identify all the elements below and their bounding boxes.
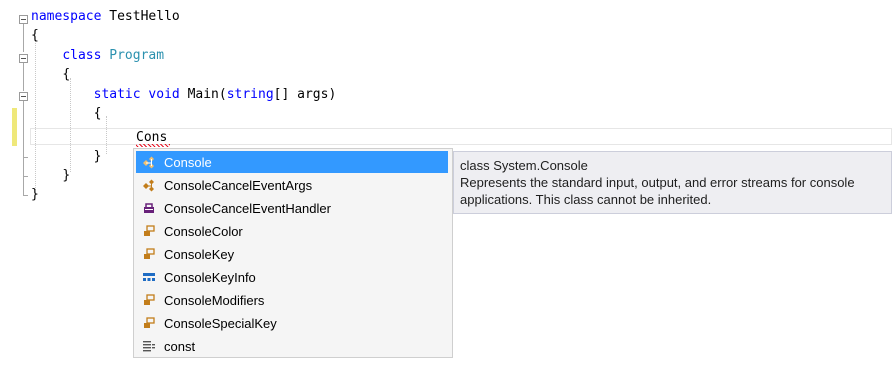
enum-icon xyxy=(138,220,160,242)
completion-item[interactable]: ConsoleColor xyxy=(136,220,448,242)
brace: } xyxy=(62,168,71,183)
fold-line xyxy=(23,24,24,52)
fold-line xyxy=(23,101,24,195)
completion-item[interactable]: ConsoleKey xyxy=(136,243,448,265)
code-line-namespace: namespace TestHello xyxy=(31,7,180,26)
collapse-method-icon[interactable] xyxy=(19,92,28,101)
completion-item[interactable]: ConsoleSpecialKey xyxy=(136,312,448,334)
completion-item[interactable]: Console xyxy=(136,151,448,173)
namespace-name: TestHello xyxy=(101,9,180,24)
enum-icon xyxy=(138,289,160,311)
class-name: Program xyxy=(109,48,165,63)
code-line-brace: { xyxy=(31,104,102,123)
keyword-void: void xyxy=(148,87,180,102)
tooltip-description: Represents the standard input, output, a… xyxy=(460,175,855,207)
fold-end xyxy=(23,176,28,177)
completion-item-label: Console xyxy=(164,154,212,170)
change-marker xyxy=(12,108,17,146)
completion-item-label: ConsoleColor xyxy=(164,223,243,239)
error-squiggle xyxy=(136,144,170,147)
brace: } xyxy=(93,149,102,164)
code-line-brace: } xyxy=(31,166,70,185)
struct-icon xyxy=(138,266,160,288)
keyword-class: class xyxy=(62,48,102,63)
code-line-brace: } xyxy=(31,185,39,204)
class-icon xyxy=(138,151,160,173)
quick-info-tooltip: class System.Console Represents the stan… xyxy=(453,151,892,214)
code-line-brace: { xyxy=(31,26,39,45)
completion-list[interactable]: Console ConsoleCancelEventArgs ConsoleCa… xyxy=(133,148,453,358)
brace: { xyxy=(62,67,71,82)
completion-item-label: ConsoleSpecialKey xyxy=(164,315,277,331)
code-line-brace: } xyxy=(31,147,102,166)
tooltip-signature: class System.Console xyxy=(460,158,588,173)
completion-item[interactable]: ConsoleCancelEventHandler xyxy=(136,197,448,219)
collapse-class-icon[interactable] xyxy=(19,54,28,63)
code-line-brace: { xyxy=(31,65,70,84)
completion-item-label: const xyxy=(164,338,196,354)
completion-item[interactable]: ConsoleKeyInfo xyxy=(136,266,448,288)
completion-item-label: ConsoleModifiers xyxy=(164,292,265,308)
delegate-icon xyxy=(138,197,160,219)
enum-icon xyxy=(138,312,160,334)
completion-item-label: ConsoleCancelEventArgs xyxy=(164,177,313,193)
fold-line xyxy=(23,63,24,91)
completion-item[interactable]: const xyxy=(136,335,448,357)
keyword-static: static xyxy=(93,87,141,102)
collapse-namespace-icon[interactable] xyxy=(19,15,28,24)
completion-item[interactable]: ConsoleCancelEventArgs xyxy=(136,174,448,196)
class-icon xyxy=(138,174,160,196)
paren: ( xyxy=(218,87,227,102)
fold-end xyxy=(23,157,28,158)
completion-item[interactable]: ConsoleModifiers xyxy=(136,289,448,311)
method-params: [] args) xyxy=(273,87,337,102)
code-line-method: static void Main(string[] args) xyxy=(31,85,337,104)
enum-icon xyxy=(138,243,160,265)
completion-item-label: ConsoleCancelEventHandler xyxy=(164,200,331,216)
brace: } xyxy=(31,187,39,202)
brace: { xyxy=(31,28,39,43)
brace: { xyxy=(93,106,102,121)
keyword-string: string xyxy=(226,87,274,102)
keyword-icon xyxy=(138,335,160,357)
code-line-class: class Program xyxy=(31,46,164,65)
method-name: Main xyxy=(187,87,219,102)
fold-end xyxy=(23,195,28,196)
keyword-namespace: namespace xyxy=(31,9,102,24)
completion-item-label: ConsoleKey xyxy=(164,246,235,262)
completion-item-label: ConsoleKeyInfo xyxy=(164,269,256,285)
